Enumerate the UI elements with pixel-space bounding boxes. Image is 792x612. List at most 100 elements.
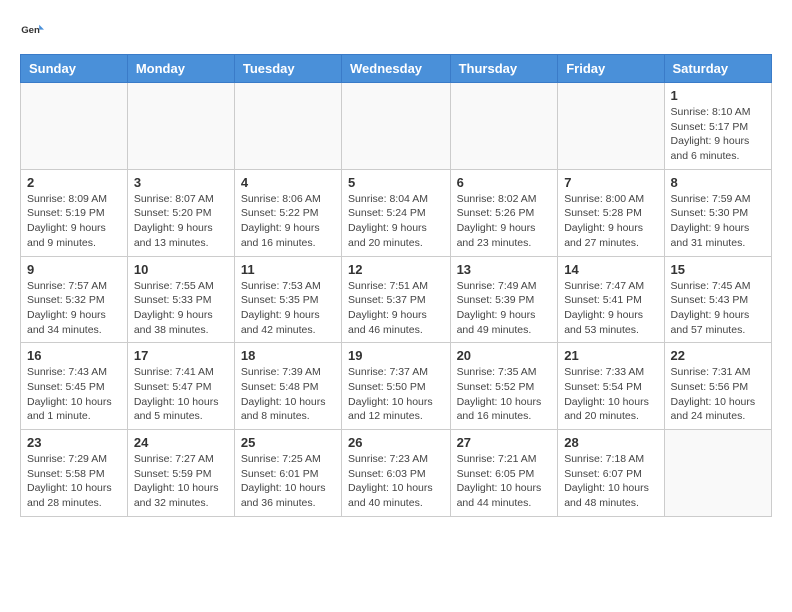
calendar-cell: 5 Sunrise: 8:04 AM Sunset: 5:24 PM Daylig… [342,169,451,256]
calendar-cell: 9 Sunrise: 7:57 AM Sunset: 5:32 PM Daylig… [21,256,128,343]
calendar-cell [342,83,451,170]
calendar-week-row: 16 Sunrise: 7:43 AM Sunset: 5:45 PM Dayli… [21,343,772,430]
header-thursday: Thursday [450,55,558,83]
header-tuesday: Tuesday [234,55,341,83]
calendar-cell: 14Sunrise: 7:47 AM Sunset: 5:41 PM Dayli… [558,256,664,343]
day-number: 3 [134,175,228,190]
day-info: Sunrise: 7:33 AM Sunset: 5:54 PM Dayligh… [564,365,657,424]
calendar-cell [127,83,234,170]
calendar-cell: 2 Sunrise: 8:09 AM Sunset: 5:19 PM Daylig… [21,169,128,256]
calendar-cell: 23 Sunrise: 7:29 AM Sunset: 5:58 PM Dayli… [21,430,128,517]
calendar-cell: 1Sunrise: 8:10 AM Sunset: 5:17 PM Daylig… [664,83,771,170]
calendar-week-row: 23 Sunrise: 7:29 AM Sunset: 5:58 PM Dayli… [21,430,772,517]
header: Gen [20,20,772,44]
calendar-cell [558,83,664,170]
day-number: 9 [27,262,121,277]
calendar-week-row: 1Sunrise: 8:10 AM Sunset: 5:17 PM Daylig… [21,83,772,170]
calendar-cell: 11 Sunrise: 7:53 AM Sunset: 5:35 PM Dayli… [234,256,341,343]
header-monday: Monday [127,55,234,83]
calendar-cell: 4 Sunrise: 8:06 AM Sunset: 5:22 PM Daylig… [234,169,341,256]
header-friday: Friday [558,55,664,83]
day-number: 20 [457,348,552,363]
calendar-header-row: Sunday Monday Tuesday Wednesday Thursday… [21,55,772,83]
day-info: Sunrise: 8:04 AM Sunset: 5:24 PM Dayligh… [348,192,444,251]
calendar-table: Sunday Monday Tuesday Wednesday Thursday… [20,54,772,517]
day-number: 27 [457,435,552,450]
logo: Gen [20,20,48,44]
calendar-cell: 25 Sunrise: 7:25 AM Sunset: 6:01 PM Dayli… [234,430,341,517]
day-info: Sunrise: 8:06 AM Sunset: 5:22 PM Dayligh… [241,192,335,251]
day-info: Sunrise: 7:25 AM Sunset: 6:01 PM Dayligh… [241,452,335,511]
calendar-cell: 16 Sunrise: 7:43 AM Sunset: 5:45 PM Dayli… [21,343,128,430]
day-info: Sunrise: 8:09 AM Sunset: 5:19 PM Dayligh… [27,192,121,251]
day-number: 17 [134,348,228,363]
day-number: 11 [241,262,335,277]
day-info: Sunrise: 7:29 AM Sunset: 5:58 PM Dayligh… [27,452,121,511]
day-number: 28 [564,435,657,450]
day-number: 24 [134,435,228,450]
calendar-cell: 13 Sunrise: 7:49 AM Sunset: 5:39 PM Dayli… [450,256,558,343]
calendar-cell: 10 Sunrise: 7:55 AM Sunset: 5:33 PM Dayli… [127,256,234,343]
day-number: 21 [564,348,657,363]
calendar-cell [664,430,771,517]
day-number: 6 [457,175,552,190]
calendar-cell: 20 Sunrise: 7:35 AM Sunset: 5:52 PM Dayli… [450,343,558,430]
day-info: Sunrise: 7:23 AM Sunset: 6:03 PM Dayligh… [348,452,444,511]
day-info: Sunrise: 7:51 AM Sunset: 5:37 PM Dayligh… [348,279,444,338]
day-info: Sunrise: 7:57 AM Sunset: 5:32 PM Dayligh… [27,279,121,338]
day-number: 16 [27,348,121,363]
calendar-cell [450,83,558,170]
day-info: Sunrise: 8:07 AM Sunset: 5:20 PM Dayligh… [134,192,228,251]
day-info: Sunrise: 7:31 AM Sunset: 5:56 PM Dayligh… [671,365,765,424]
calendar-cell: 22 Sunrise: 7:31 AM Sunset: 5:56 PM Dayli… [664,343,771,430]
day-number: 12 [348,262,444,277]
day-number: 7 [564,175,657,190]
day-info: Sunrise: 7:43 AM Sunset: 5:45 PM Dayligh… [27,365,121,424]
calendar-cell: 21 Sunrise: 7:33 AM Sunset: 5:54 PM Dayli… [558,343,664,430]
day-info: Sunrise: 7:35 AM Sunset: 5:52 PM Dayligh… [457,365,552,424]
day-info: Sunrise: 7:47 AM Sunset: 5:41 PM Dayligh… [564,279,657,338]
day-info: Sunrise: 7:59 AM Sunset: 5:30 PM Dayligh… [671,192,765,251]
calendar-cell: 12 Sunrise: 7:51 AM Sunset: 5:37 PM Dayli… [342,256,451,343]
day-number: 18 [241,348,335,363]
calendar-cell: 24 Sunrise: 7:27 AM Sunset: 5:59 PM Dayli… [127,430,234,517]
calendar-cell: 3 Sunrise: 8:07 AM Sunset: 5:20 PM Daylig… [127,169,234,256]
calendar-cell: 28 Sunrise: 7:18 AM Sunset: 6:07 PM Dayli… [558,430,664,517]
header-sunday: Sunday [21,55,128,83]
day-number: 23 [27,435,121,450]
day-number: 10 [134,262,228,277]
calendar-cell: 18 Sunrise: 7:39 AM Sunset: 5:48 PM Dayli… [234,343,341,430]
logo-icon: Gen [20,20,44,44]
calendar-cell: 17 Sunrise: 7:41 AM Sunset: 5:47 PM Dayli… [127,343,234,430]
day-number: 13 [457,262,552,277]
day-number: 8 [671,175,765,190]
day-info: Sunrise: 7:18 AM Sunset: 6:07 PM Dayligh… [564,452,657,511]
day-number: 4 [241,175,335,190]
day-number: 25 [241,435,335,450]
day-number: 19 [348,348,444,363]
calendar-week-row: 9 Sunrise: 7:57 AM Sunset: 5:32 PM Daylig… [21,256,772,343]
day-info: Sunrise: 7:41 AM Sunset: 5:47 PM Dayligh… [134,365,228,424]
calendar-week-row: 2 Sunrise: 8:09 AM Sunset: 5:19 PM Daylig… [21,169,772,256]
day-info: Sunrise: 7:49 AM Sunset: 5:39 PM Dayligh… [457,279,552,338]
calendar-cell: 6Sunrise: 8:02 AM Sunset: 5:26 PM Daylig… [450,169,558,256]
day-number: 22 [671,348,765,363]
day-number: 5 [348,175,444,190]
day-info: Sunrise: 8:10 AM Sunset: 5:17 PM Dayligh… [671,105,765,164]
calendar-cell [234,83,341,170]
day-info: Sunrise: 7:53 AM Sunset: 5:35 PM Dayligh… [241,279,335,338]
day-info: Sunrise: 8:00 AM Sunset: 5:28 PM Dayligh… [564,192,657,251]
calendar-cell: 26Sunrise: 7:23 AM Sunset: 6:03 PM Dayli… [342,430,451,517]
day-number: 15 [671,262,765,277]
calendar-cell: 7 Sunrise: 8:00 AM Sunset: 5:28 PM Daylig… [558,169,664,256]
day-info: Sunrise: 7:45 AM Sunset: 5:43 PM Dayligh… [671,279,765,338]
day-info: Sunrise: 7:27 AM Sunset: 5:59 PM Dayligh… [134,452,228,511]
header-wednesday: Wednesday [342,55,451,83]
day-info: Sunrise: 7:39 AM Sunset: 5:48 PM Dayligh… [241,365,335,424]
calendar-cell: 8 Sunrise: 7:59 AM Sunset: 5:30 PM Daylig… [664,169,771,256]
svg-text:Gen: Gen [21,25,40,36]
day-number: 2 [27,175,121,190]
calendar-cell [21,83,128,170]
day-info: Sunrise: 7:55 AM Sunset: 5:33 PM Dayligh… [134,279,228,338]
calendar-cell: 19Sunrise: 7:37 AM Sunset: 5:50 PM Dayli… [342,343,451,430]
